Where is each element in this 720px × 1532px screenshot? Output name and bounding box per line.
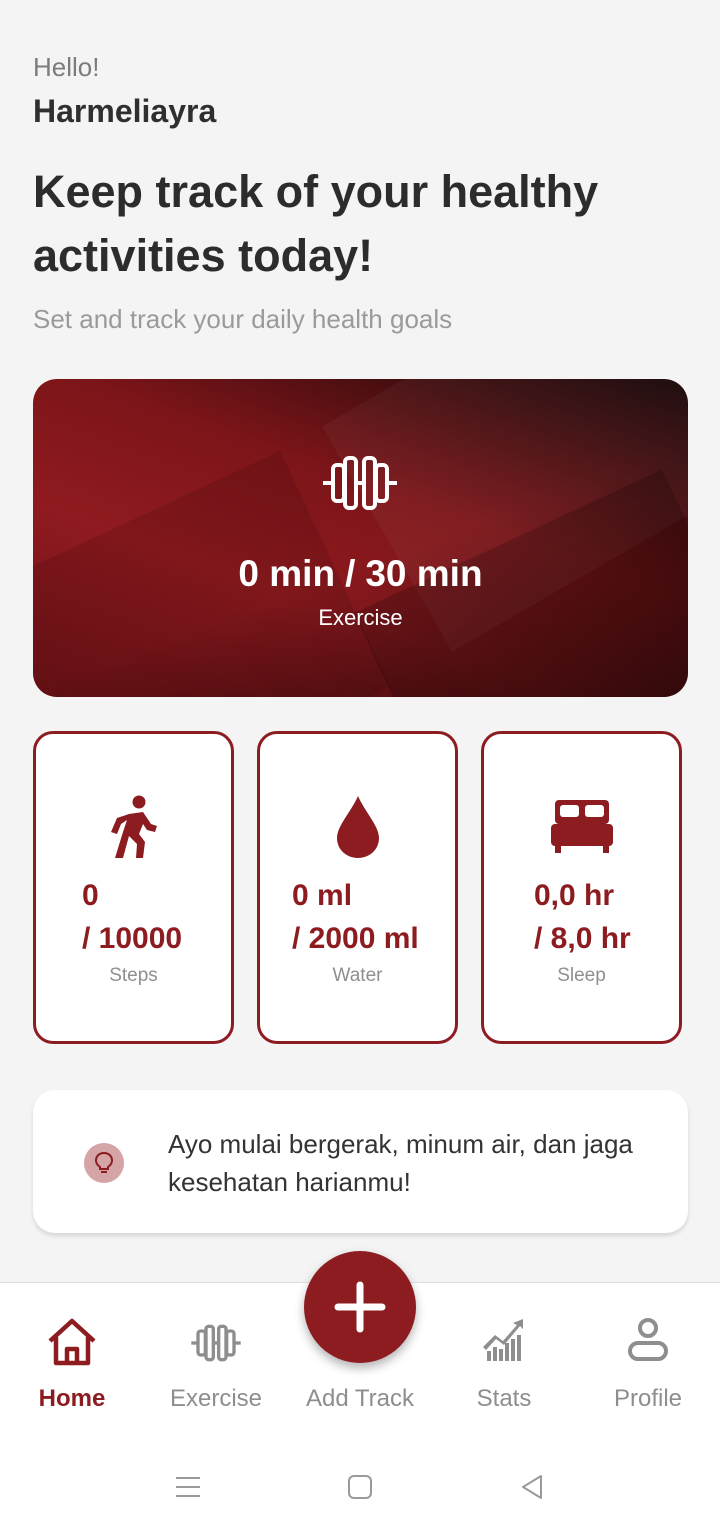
steps-label: Steps <box>109 965 158 986</box>
sleep-label: Sleep <box>557 965 606 986</box>
steps-current: 0 <box>82 879 99 912</box>
sleep-current: 0,0 hr <box>534 879 615 912</box>
system-navigation-bar <box>0 1450 720 1520</box>
nav-label-profile: Profile <box>613 1385 683 1412</box>
nav-item-exercise[interactable]: Exercise <box>144 1283 288 1433</box>
exercise-progress: 0 min/30 min <box>33 553 688 595</box>
username: Harmeliayra <box>33 93 217 129</box>
lightbulb-icon <box>84 1143 124 1183</box>
dumbbell-icon <box>323 456 397 510</box>
water-goal: / 2000 ml <box>292 922 419 955</box>
running-person-icon <box>36 794 231 860</box>
exercise-summary-card[interactable]: 0 min/30 min Exercise <box>33 379 688 697</box>
page-title: Keep track of your healthy activities to… <box>33 166 599 281</box>
tip-card: Ayo mulai bergerak, minum air, dan jaga … <box>33 1090 688 1233</box>
back-triangle-icon <box>522 1475 542 1499</box>
steps-card[interactable]: 0 / 10000 Steps <box>33 731 234 1044</box>
water-card[interactable]: 0 ml / 2000 ml Water <box>257 731 458 1044</box>
chart-icon <box>432 1317 576 1367</box>
steps-goal: / 10000 <box>82 922 183 955</box>
system-back-button[interactable] <box>512 1472 552 1502</box>
nav-label-exercise: Exercise <box>169 1385 263 1412</box>
menu-lines-icon <box>176 1477 200 1497</box>
sleep-goal: / 8,0 hr <box>534 922 631 955</box>
water-label: Water <box>332 965 383 986</box>
water-drop-icon <box>260 794 455 860</box>
page-subtitle: Set and track your daily health goals <box>33 304 453 334</box>
nav-item-profile[interactable]: Profile <box>576 1283 720 1433</box>
recent-apps-button[interactable] <box>168 1472 208 1502</box>
nav-label-home: Home <box>38 1385 106 1412</box>
exercise-separator: / <box>345 553 356 594</box>
nav-item-home[interactable]: Home <box>0 1283 144 1433</box>
exercise-label: Exercise <box>318 605 403 630</box>
nav-label-add-track: Add Track <box>305 1385 415 1412</box>
square-icon <box>348 1475 372 1499</box>
nav-item-stats[interactable]: Stats <box>432 1283 576 1433</box>
plus-icon <box>334 1281 386 1333</box>
sleep-card[interactable]: 0,0 hr / 8,0 hr Sleep <box>481 731 682 1044</box>
add-track-button[interactable] <box>304 1251 416 1363</box>
tip-text: Ayo mulai bergerak, minum air, dan jaga … <box>168 1129 633 1197</box>
water-current: 0 ml <box>292 879 353 912</box>
bed-icon <box>484 794 679 860</box>
nav-label-stats: Stats <box>476 1385 532 1412</box>
dumbbell-icon <box>144 1317 288 1367</box>
greeting-text: Hello! <box>33 52 100 82</box>
exercise-goal: 30 min <box>365 553 483 594</box>
home-icon <box>0 1317 144 1367</box>
exercise-current: 0 min <box>238 553 336 594</box>
system-home-button[interactable] <box>340 1472 380 1502</box>
user-icon <box>576 1317 720 1367</box>
